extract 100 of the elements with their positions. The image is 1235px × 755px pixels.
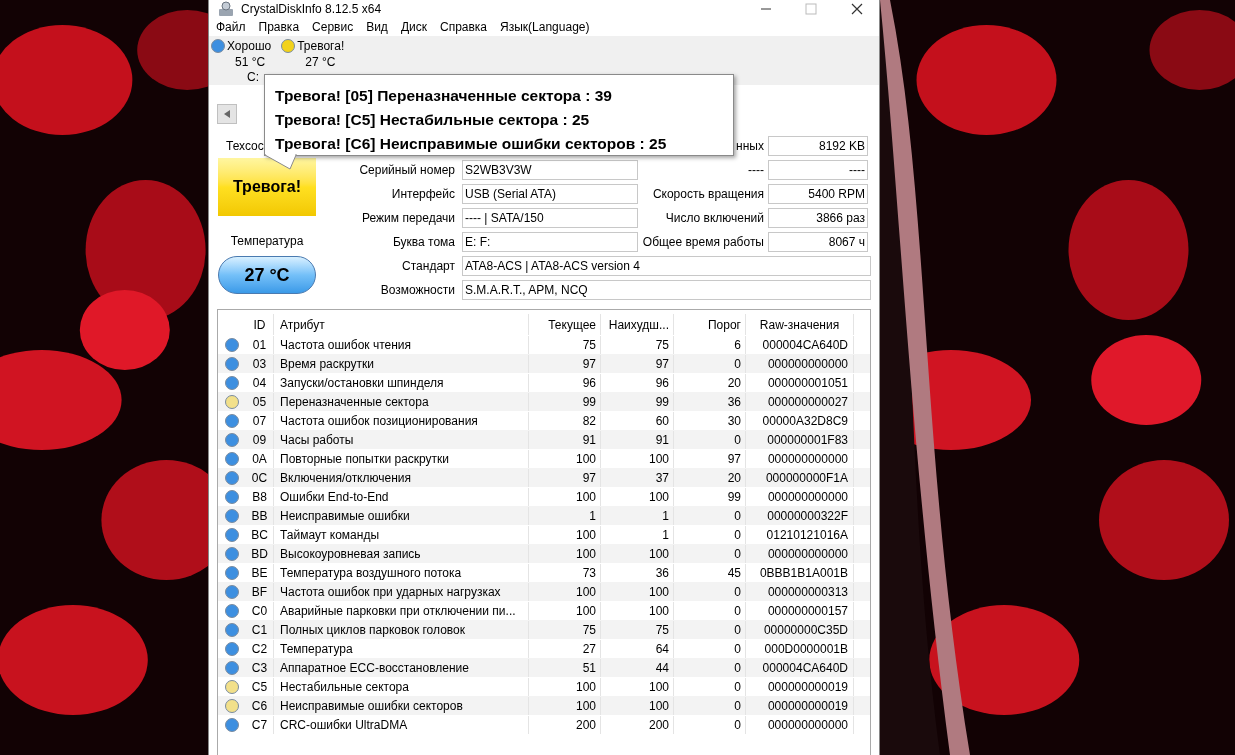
table-cell: 000000000000: [746, 715, 854, 734]
table-cell: 100: [529, 677, 601, 696]
table-cell: 000000000000: [746, 449, 854, 468]
table-cell: 0: [674, 430, 746, 449]
table-cell: Частота ошибок позиционирования: [274, 411, 529, 430]
close-icon[interactable]: [851, 3, 863, 15]
table-cell: C5: [246, 677, 274, 696]
menu-item[interactable]: Вид: [366, 18, 388, 36]
table-cell: 0: [674, 354, 746, 373]
table-cell: 000000000019: [746, 677, 854, 696]
table-cell: 100: [601, 582, 674, 601]
table-cell: Запуски/остановки шпинделя: [274, 373, 529, 392]
table-cell: 000D0000001B: [746, 639, 854, 658]
info-label: ----: [747, 162, 765, 179]
table-cell: 20: [674, 373, 746, 392]
table-cell: 1: [601, 525, 674, 544]
disk-status[interactable]: Хорошо: [227, 37, 272, 55]
table-cell: 75: [601, 620, 674, 639]
table-cell: 45: [674, 563, 746, 582]
info-label: Режим передачи: [361, 210, 456, 227]
table-cell: 99: [674, 487, 746, 506]
health-status-badge[interactable]: Тревога!: [218, 158, 316, 216]
table-cell: 000000000019: [746, 696, 854, 715]
table-cell: C7: [246, 715, 274, 734]
table-cell: 0: [674, 582, 746, 601]
table-cell: BE: [246, 563, 274, 582]
disk-status[interactable]: Тревога!: [297, 37, 345, 55]
table-cell: 100: [529, 696, 601, 715]
table-cell: 00000A32D8C9: [746, 411, 854, 430]
table-cell: 100: [529, 582, 601, 601]
table-cell: BD: [246, 544, 274, 563]
disk-temperature[interactable]: 51 °C: [211, 55, 266, 69]
tooltip-line: Тревога! [C5] Нестабильные сектора : 25: [275, 110, 591, 130]
table-cell: BF: [246, 582, 274, 601]
table-cell: 100: [529, 544, 601, 563]
tooltip-line: Тревога! [C6] Неисправимые ошибки секторов : 25: [275, 134, 668, 154]
table-cell: 000004CA640D: [746, 335, 854, 354]
table-cell: 100: [529, 601, 601, 620]
previous-disk-button[interactable]: [217, 104, 237, 124]
table-cell: 07: [246, 411, 274, 430]
temperature-label: Температура: [230, 233, 304, 250]
table-cell: 000000000000: [746, 487, 854, 506]
table-cell: 36: [674, 392, 746, 411]
menu-item[interactable]: Файл: [216, 18, 246, 36]
table-cell: 82: [529, 411, 601, 430]
info-value: ---- | SATA/150: [462, 208, 638, 228]
table-cell: 000000000000: [746, 354, 854, 373]
window-title: CrystalDiskInfo 8.12.5 x64: [241, 1, 382, 18]
table-cell: 64: [601, 639, 674, 658]
temperature-value: 27 °C: [244, 263, 290, 287]
tooltip-line: Тревога! [05] Переназначенные сектора : 39: [275, 86, 613, 106]
table-cell: 200: [601, 715, 674, 734]
table-cell: 03: [246, 354, 274, 373]
table-cell: 96: [601, 373, 674, 392]
info-label: Число включений: [664, 210, 765, 227]
table-cell: 00000000322F: [746, 506, 854, 525]
table-cell: 0: [674, 506, 746, 525]
table-cell: 200: [529, 715, 601, 734]
table-cell: C6: [246, 696, 274, 715]
table-cell: 1: [601, 506, 674, 525]
table-cell: Время раскрутки: [274, 354, 529, 373]
table-cell: 0: [674, 696, 746, 715]
disk-icon: [217, 0, 235, 18]
table-cell: Аварийные парковки при отключении пи...: [274, 601, 529, 620]
table-cell: Неисправимые ошибки секторов: [274, 696, 529, 715]
disk-temperature[interactable]: 27 °C: [281, 55, 336, 69]
disk-letter[interactable]: C:: [211, 69, 259, 85]
table-cell: Ошибки End-to-End: [274, 487, 529, 506]
table-cell: 51: [529, 658, 601, 677]
table-cell: 96: [529, 373, 601, 392]
menu-item[interactable]: Диск: [400, 18, 427, 36]
table-cell: 99: [601, 392, 674, 411]
table-cell: 91: [601, 430, 674, 449]
table-cell: 01210121016A: [746, 525, 854, 544]
table-cell: 01: [246, 335, 274, 354]
menu-item[interactable]: Язык(Language): [500, 18, 590, 36]
table-cell: 000000001F83: [746, 430, 854, 449]
table-cell: 0: [674, 620, 746, 639]
menu-item[interactable]: Правка: [258, 18, 300, 36]
table-cell: 0: [674, 677, 746, 696]
table-cell: Температура воздушного потока: [274, 563, 529, 582]
table-cell: 04: [246, 373, 274, 392]
info-label: Общее время работы: [641, 234, 765, 251]
info-value: ----: [768, 160, 868, 180]
table-cell: 91: [529, 430, 601, 449]
table-cell: BC: [246, 525, 274, 544]
table-cell: 97: [601, 354, 674, 373]
table-cell: 100: [601, 449, 674, 468]
menu-item[interactable]: Сервис: [312, 18, 354, 36]
table-cell: 000004CA640D: [746, 658, 854, 677]
table-cell: CRC-ошибки UltraDMA: [274, 715, 529, 734]
table-cell: 100: [601, 601, 674, 620]
table-cell: 100: [601, 696, 674, 715]
menu-item[interactable]: Справка: [439, 18, 488, 36]
table-cell: C2: [246, 639, 274, 658]
table-cell: Неисправимые ошибки: [274, 506, 529, 525]
table-cell: 97: [674, 449, 746, 468]
info-value: E: F:: [462, 232, 638, 252]
info-value: S2WB3V3W: [462, 160, 638, 180]
table-cell: B8: [246, 487, 274, 506]
